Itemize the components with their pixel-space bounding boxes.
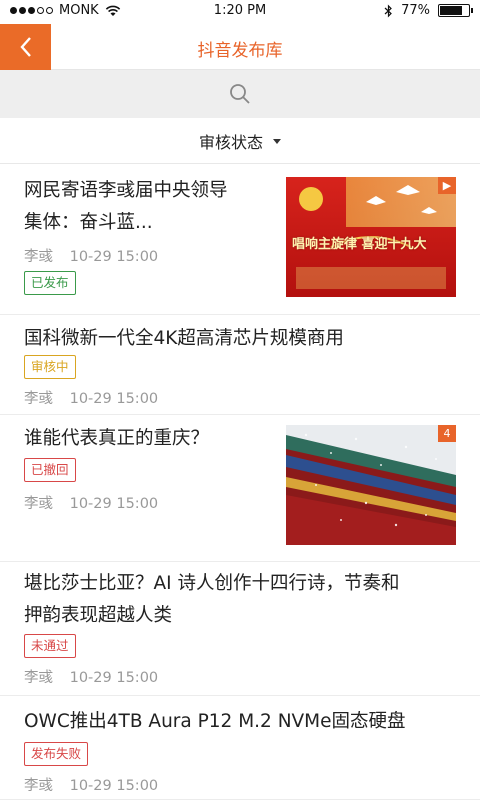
date: 10-29	[69, 391, 112, 407]
list-item[interactable]: 国科微新一代全4K超高清芯片规模商用 审核中 李彧 10-29 15:00	[0, 315, 480, 415]
article-list: 网民寄语李彧届中央领导 集体：奋斗蓝... 李彧 10-29 15:00 已发布	[0, 165, 480, 800]
list-item[interactable]: 堪比莎士比亚？AI 诗人创作十四行诗，节奏和 押韵表现超越人类 未通过 李彧 1…	[0, 562, 480, 696]
status-bar: MONK 1:20 PM 77%	[0, 0, 480, 24]
review-status-filter[interactable]: 审核状态	[0, 118, 480, 164]
author: 李彧	[24, 496, 53, 512]
thumbnail-caption: 唱响主旋律 喜迎十九大	[292, 237, 427, 252]
list-item[interactable]: 谁能代表真正的重庆？ 已撤回 李彧 10-29 15:00 4	[0, 415, 480, 562]
article-thumbnail[interactable]: 4	[286, 425, 456, 545]
article-meta: 李彧 10-29 15:00	[24, 666, 158, 687]
date: 10-29	[69, 778, 112, 794]
article-thumbnail[interactable]: ▶ 唱响主旋律 喜迎十九大	[286, 177, 456, 297]
article-title: OWC推出4TB Aura P12 M.2 NVMe固态硬盘	[24, 711, 406, 732]
time: 15:00	[116, 670, 159, 686]
time: 15:00	[116, 778, 159, 794]
article-title: 谁能代表真正的重庆？	[24, 428, 210, 449]
list-item[interactable]: 网民寄语李彧届中央领导 集体：奋斗蓝... 李彧 10-29 15:00 已发布	[0, 165, 480, 315]
article-meta: 李彧 10-29 15:00	[24, 387, 158, 408]
status-badge: 审核中	[24, 355, 76, 379]
status-right: 77%	[384, 3, 473, 18]
article-meta: 李彧 10-29 15:00	[24, 492, 158, 513]
time: 15:00	[116, 391, 159, 407]
thumbnail-image	[286, 425, 456, 545]
article-title: 国科微新一代全4K超高清芯片规模商用	[24, 328, 344, 349]
nav-header: 抖音发布库	[0, 24, 480, 70]
author: 李彧	[24, 670, 53, 686]
author: 李彧	[24, 778, 53, 794]
search-icon[interactable]	[229, 83, 251, 105]
article-title: 堪比莎士比亚？AI 诗人创作十四行诗，节奏和 押韵表现超越人类	[24, 573, 400, 626]
battery-icon	[438, 4, 473, 17]
author: 李彧	[24, 391, 53, 407]
author: 李彧	[24, 249, 53, 265]
status-badge: 已发布	[24, 271, 76, 295]
page-title: 抖音发布库	[197, 41, 283, 61]
date: 10-29	[69, 249, 112, 265]
time: 15:00	[116, 249, 159, 265]
date: 10-29	[69, 670, 112, 686]
status-badge: 发布失败	[24, 742, 89, 766]
filter-label: 审核状态	[198, 132, 263, 152]
status-badge: 未通过	[24, 634, 76, 658]
image-count-badge: 4	[438, 425, 456, 442]
video-play-badge: ▶	[438, 177, 456, 194]
article-meta: 李彧 10-29 15:00	[24, 774, 158, 795]
list-item[interactable]: OWC推出4TB Aura P12 M.2 NVMe固态硬盘 发布失败 李彧 1…	[0, 696, 480, 800]
caret-down-icon	[273, 139, 281, 144]
time: 15:00	[116, 496, 159, 512]
date: 10-29	[69, 496, 112, 512]
status-badge: 已撤回	[24, 458, 76, 482]
article-meta: 李彧 10-29 15:00	[24, 245, 158, 266]
search-bar[interactable]	[0, 70, 480, 118]
battery-percent: 77%	[401, 3, 430, 18]
article-title: 网民寄语李彧届中央领导 集体：奋斗蓝...	[24, 180, 228, 233]
bluetooth-icon	[384, 4, 392, 17]
